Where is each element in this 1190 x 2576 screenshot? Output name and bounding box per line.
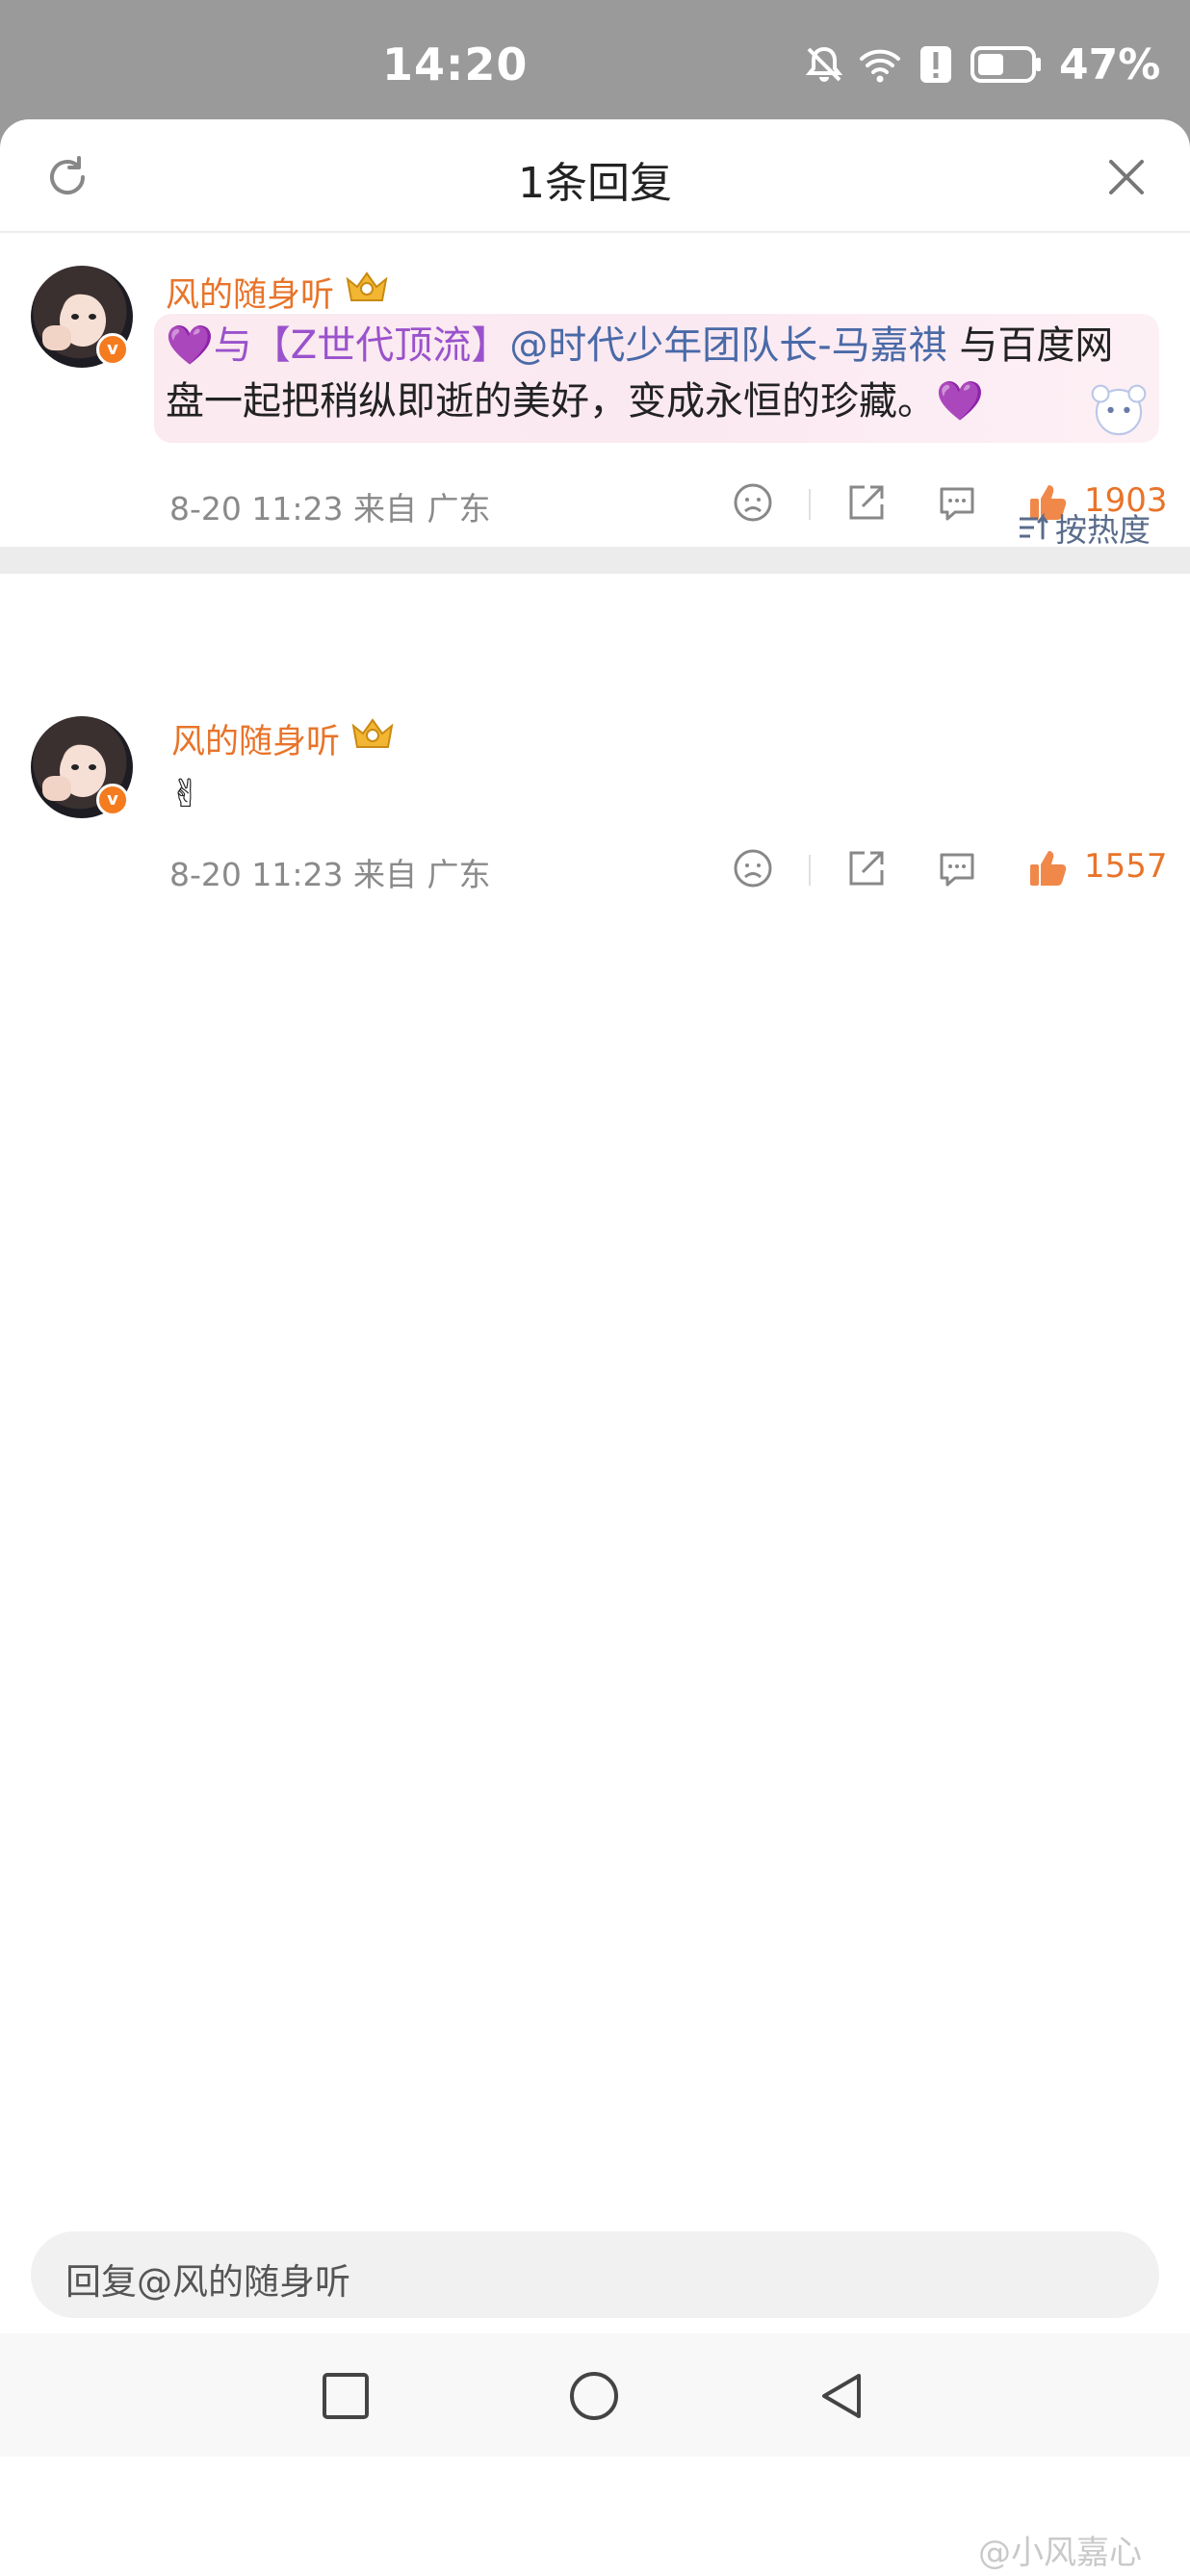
comment-text: 💜与【Z世代顶流】@时代少年团队长-马嘉祺 与百度网 盘一起把稍纵即逝的美好，变… (166, 318, 1157, 429)
status-bar: 14:20 47% (0, 0, 1190, 119)
comment-text-suffix: 与百度网 (946, 323, 1114, 368)
crown-icon (346, 271, 388, 301)
comment-icon[interactable] (936, 481, 978, 524)
status-icons: 47% (803, 39, 1161, 90)
comment-text-prefix: 💜与【Z世代顶流】 (166, 323, 510, 368)
like-icon[interactable] (1026, 847, 1069, 889)
circle-home-icon[interactable] (568, 2370, 620, 2422)
square-recents-icon[interactable] (320, 2370, 372, 2422)
sort-icon (1020, 512, 1048, 540)
battery-percent: 47% (1059, 39, 1161, 90)
bell-off-icon (805, 46, 843, 82)
alert-icon (920, 46, 951, 83)
system-nav-bar (0, 2333, 1190, 2457)
watermark: @小风嘉心 (978, 2534, 1142, 2572)
mention-link[interactable]: @时代少年团队长-马嘉祺 (509, 323, 946, 368)
reply-input-placeholder: 回复@风的随身听 (65, 2261, 350, 2303)
comment-text-line2: 盘一起把稍纵即逝的美好，变成永恒的珍藏。💜 (166, 379, 984, 424)
dislike-face-icon[interactable] (732, 847, 774, 889)
comment-icon[interactable] (936, 847, 978, 889)
reply-sheet: 1条回复 v 风的随身听 💜与【Z世代顶流】@时代少年团队长-马嘉祺 与百度网 (0, 119, 1190, 2576)
reply-verified-badge-icon: v (96, 784, 129, 816)
sheet-title: 1条回复 (518, 159, 672, 208)
sort-button[interactable]: 按热度 (1017, 504, 1151, 551)
dislike-face-icon[interactable] (732, 481, 774, 524)
username[interactable]: 风的随身听 (166, 268, 334, 317)
reply-username[interactable]: 风的随身听 (171, 714, 340, 763)
close-icon[interactable] (1107, 158, 1146, 196)
sheet-header: 1条回复 (0, 119, 1190, 233)
share-icon[interactable] (845, 481, 888, 524)
section-divider (0, 547, 1190, 574)
share-icon[interactable] (845, 847, 888, 889)
reply-meta: 8-20 11:23 来自 广东 (169, 856, 491, 893)
triangle-back-icon[interactable] (815, 2370, 867, 2422)
battery-icon (970, 46, 1041, 83)
wifi-icon (860, 49, 900, 83)
verified-badge-icon: v (96, 333, 129, 366)
reply-like-count: 1557 (1084, 847, 1168, 886)
sort-label: 按热度 (1055, 511, 1151, 549)
comment-meta-time: 8-20 11:23 来自 广东 (169, 490, 491, 528)
reply-crown-icon (351, 718, 394, 748)
action-divider (809, 855, 811, 886)
action-divider (809, 489, 811, 520)
reply-text: ✌ (169, 772, 202, 816)
reply-input[interactable]: 回复@风的随身听 (31, 2231, 1159, 2318)
reply-actions: 1557 (732, 847, 1168, 895)
status-time: 14:20 (382, 39, 529, 90)
